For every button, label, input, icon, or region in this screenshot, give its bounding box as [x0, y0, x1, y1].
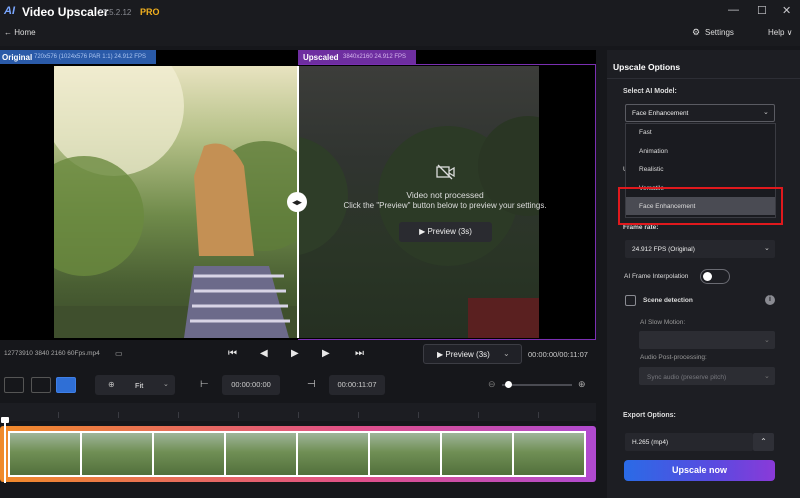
view-side-by-side-button[interactable] [4, 377, 24, 393]
model-select-value: Face Enhancement [632, 110, 689, 117]
frame-rate-value: 24.912 FPS (Original) [632, 246, 695, 253]
upscaled-label: Upscaled [303, 53, 339, 62]
zoom-value: Fit [135, 381, 144, 390]
zoom-in-icon[interactable]: ⊕ [578, 379, 586, 390]
interp-toggle-knob [703, 272, 712, 281]
original-video-frame [54, 66, 298, 338]
not-processed-message: Click the "Preview" button below to prev… [343, 201, 547, 210]
preview-label: Preview (3s) [445, 350, 490, 359]
thumbnail-frame [370, 433, 440, 475]
in-time-field[interactable]: 00:00:00:00 [222, 375, 280, 395]
play-button[interactable]: ▶ [291, 348, 299, 359]
scene-label: Scene detection [643, 297, 693, 304]
time-display: 00:00:00/00:11:07 [528, 350, 588, 359]
folder-icon[interactable]: ▭ [115, 349, 123, 358]
panel-divider [607, 78, 800, 79]
timeline-zoom-knob[interactable] [505, 381, 512, 388]
help-menu[interactable]: Help ∨ [768, 28, 793, 37]
nav-bar [0, 24, 800, 46]
ruler-tick [418, 412, 419, 418]
ruler-tick [538, 412, 539, 418]
audio-label: Audio Post-processing: [640, 354, 707, 361]
logo-icon: AI [4, 5, 15, 17]
settings-button[interactable]: Settings [705, 28, 734, 37]
not-processed-title: Video not processed [406, 190, 484, 200]
export-options-chevron-icon[interactable]: ⌃ [753, 433, 774, 451]
ruler-tick [298, 412, 299, 418]
ruler-tick [178, 412, 179, 418]
step-back-icon[interactable]: ◀ [260, 348, 268, 359]
upscaled-meta: 3840x2160 24.912 FPS [343, 54, 407, 60]
ruler-tick [238, 412, 239, 418]
slowmo-select[interactable] [639, 331, 775, 349]
playhead[interactable] [4, 419, 6, 483]
info-icon[interactable]: i [765, 295, 775, 305]
video-off-icon [436, 164, 455, 180]
back-home-link[interactable]: ← Home [4, 28, 36, 37]
preview-button-label: ▶ Preview (3s) [437, 350, 490, 359]
frame-rate-label: Frame rate: [623, 224, 659, 231]
highlight-box [618, 187, 783, 225]
zoom-out-icon[interactable]: ⊖ [488, 379, 496, 390]
original-meta: 720x576 (1024x576 PAR 1:1) 24.912 FPS [34, 54, 146, 60]
preview-dropdown-icon[interactable]: ⌄ [503, 349, 510, 358]
thumbnail-frame [154, 433, 224, 475]
model-option-animation[interactable]: Animation [639, 148, 668, 155]
maximize-button[interactable]: ☐ [757, 4, 767, 17]
mark-out-icon[interactable]: ⊣ [307, 379, 316, 390]
thumbnail-frame [226, 433, 296, 475]
thumbnail-frame [514, 433, 584, 475]
minimize-button[interactable]: — [728, 4, 739, 16]
skip-end-icon[interactable]: ⏭ [355, 348, 364, 359]
out-time-field[interactable]: 00:00:11:07 [329, 375, 385, 395]
view-single-button[interactable] [31, 377, 51, 393]
slowmo-label: AI Slow Motion: [640, 319, 686, 326]
ruler-tick [478, 412, 479, 418]
settings-icon: ⚙ [692, 27, 701, 37]
thumbnail-frame [82, 433, 152, 475]
chevron-down-icon: ⌄ [163, 381, 169, 388]
chevron-down-icon: ⌄ [764, 245, 770, 252]
timeline-zoom-slider[interactable] [502, 384, 572, 386]
export-value: H.265 (mp4) [632, 439, 669, 446]
ruler-tick [118, 412, 119, 418]
ruler-tick [358, 412, 359, 418]
skip-start-icon[interactable]: ⏮ [228, 348, 237, 359]
model-label: Select AI Model: [623, 88, 677, 95]
interp-label: AI Frame Interpolation [624, 273, 689, 280]
step-forward-icon[interactable]: ▶ [322, 348, 330, 359]
audio-value: Sync audio (preserve pitch) [647, 374, 727, 381]
panel-title: Upscale Options [613, 62, 681, 72]
zoom-icon: ⊕ [108, 380, 115, 389]
model-option-realistic[interactable]: Realistic [639, 166, 664, 173]
thumbnail-frame [10, 433, 80, 475]
pro-badge: PRO [140, 7, 160, 17]
view-split-button[interactable] [56, 377, 76, 393]
export-label: Export Options: [623, 412, 676, 419]
app-title: Video Upscaler [22, 5, 109, 19]
mark-in-icon[interactable]: ⊢ [200, 379, 209, 390]
close-button[interactable]: ✕ [782, 4, 791, 17]
chevron-down-icon: ⌄ [763, 109, 769, 116]
preview-overlay-button[interactable]: ▶ Preview (3s) [399, 222, 492, 242]
chevron-down-icon: ⌄ [764, 373, 770, 380]
model-option-fast[interactable]: Fast [639, 129, 652, 136]
file-info: 12773910 3840 2160 60Fps.mp4 [4, 350, 100, 357]
thumbnail-frame [442, 433, 512, 475]
chevron-down-icon: ⌄ [764, 337, 770, 344]
ruler-tick [58, 412, 59, 418]
upscale-now-button[interactable]: Upscale now [624, 460, 775, 481]
scene-detection-checkbox[interactable] [625, 295, 636, 306]
original-label: Original [2, 53, 33, 62]
preview-overlay-label: Preview (3s) [427, 227, 472, 236]
thumbnail-frame [298, 433, 368, 475]
app-version: 27.5.2.12 [98, 8, 132, 17]
